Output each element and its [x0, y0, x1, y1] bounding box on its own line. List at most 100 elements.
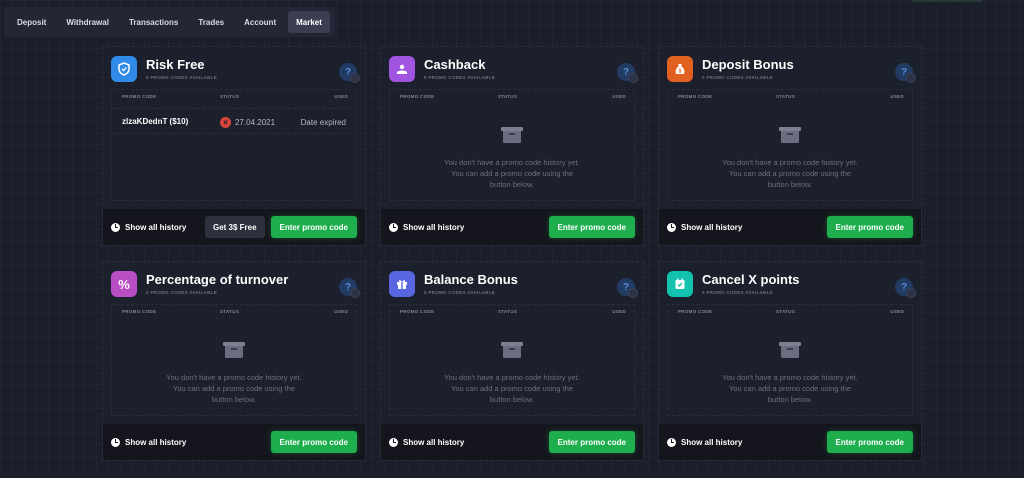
- header-status: STATUS: [776, 94, 796, 99]
- header-status: STATUS: [776, 309, 796, 314]
- card-footer: Show all history Enter promo code: [381, 209, 643, 245]
- help-icon[interactable]: ?: [339, 63, 360, 83]
- promo-table: PROMO CODE STATUS USED You don't have a …: [667, 304, 913, 416]
- show-all-history-link[interactable]: Show all history: [403, 438, 464, 447]
- top-decor-line: [912, 0, 982, 2]
- promo-card-percentage-of-turnover: % Percentage of turnover 0 PROMO CODES A…: [102, 261, 366, 461]
- promo-card-balance-bonus: Balance Bonus 0 PROMO CODES AVAILABLE ? …: [380, 261, 644, 461]
- tab-deposit[interactable]: Deposit: [9, 11, 54, 33]
- enter-promo-code-button[interactable]: Enter promo code: [826, 216, 913, 238]
- empty-box-icon: [779, 127, 801, 143]
- empty-state: You don't have a promo code history yet.…: [112, 342, 356, 405]
- help-icon[interactable]: ?: [617, 278, 638, 298]
- card-title: Balance Bonus: [424, 272, 518, 287]
- empty-box-icon: [223, 342, 245, 358]
- svg-text:$: $: [679, 69, 682, 75]
- header-promo-code: PROMO CODE: [400, 309, 435, 314]
- card-footer: Show all history Enter promo code: [659, 424, 921, 460]
- promo-table: PROMO CODE STATUS USED zlzaKDednT ($10) …: [111, 89, 357, 201]
- percent-icon: %: [111, 271, 137, 297]
- show-all-history-link[interactable]: Show all history: [125, 223, 186, 232]
- codes-available: 0 PROMO CODES AVAILABLE: [146, 290, 218, 295]
- header-used: USED: [612, 309, 626, 314]
- empty-message: You don't have a promo code history yet.…: [722, 158, 858, 189]
- empty-message: You don't have a promo code history yet.…: [444, 158, 580, 189]
- card-title: Deposit Bonus: [702, 57, 794, 72]
- show-all-history-link[interactable]: Show all history: [681, 438, 742, 447]
- status-date: 27.04.2021: [235, 118, 276, 127]
- shield-icon: [111, 56, 137, 82]
- tab-transactions[interactable]: Transactions: [121, 11, 186, 33]
- promo-table: PROMO CODE STATUS USED You don't have a …: [111, 304, 357, 416]
- header-used: USED: [890, 309, 904, 314]
- header-promo-code: PROMO CODE: [678, 94, 713, 99]
- codes-available: 0 PROMO CODES AVAILABLE: [146, 75, 218, 80]
- clock-icon: [667, 437, 676, 447]
- header-promo-code: PROMO CODE: [122, 94, 157, 99]
- card-footer: Show all history Enter promo code: [381, 424, 643, 460]
- codes-available: 0 PROMO CODES AVAILABLE: [424, 290, 496, 295]
- header-status: STATUS: [498, 94, 518, 99]
- enter-promo-code-button[interactable]: Enter promo code: [548, 431, 635, 453]
- cashback-icon: [389, 56, 415, 82]
- tab-account[interactable]: Account: [236, 11, 284, 33]
- clock-icon: [389, 222, 398, 232]
- header-used: USED: [612, 94, 626, 99]
- show-all-history-link[interactable]: Show all history: [403, 223, 464, 232]
- empty-message: You don't have a promo code history yet.…: [722, 373, 858, 404]
- enter-promo-code-button[interactable]: Enter promo code: [270, 431, 357, 453]
- help-icon[interactable]: ?: [895, 63, 916, 83]
- used-status: Date expired: [300, 118, 346, 127]
- show-all-history-link[interactable]: Show all history: [681, 223, 742, 232]
- empty-box-icon: [501, 342, 523, 358]
- header-used: USED: [334, 309, 348, 314]
- codes-available: 0 PROMO CODES AVAILABLE: [702, 75, 774, 80]
- card-title: Cashback: [424, 57, 486, 72]
- card-footer: Show all history Enter promo code: [659, 209, 921, 245]
- enter-promo-code-button[interactable]: Enter promo code: [548, 216, 635, 238]
- table-header: PROMO CODE STATUS USED: [668, 305, 912, 317]
- promo-table: PROMO CODE STATUS USED You don't have a …: [667, 89, 913, 201]
- empty-message: You don't have a promo code history yet.…: [166, 373, 302, 404]
- clock-icon: [667, 222, 676, 232]
- header-promo-code: PROMO CODE: [122, 309, 157, 314]
- promo-card-cancel-x-points: Cancel X points 0 PROMO CODES AVAILABLE …: [658, 261, 922, 461]
- expired-x-icon: ×: [220, 117, 231, 128]
- promo-card-deposit-bonus: $ Deposit Bonus 0 PROMO CODES AVAILABLE …: [658, 46, 922, 246]
- codes-available: 0 PROMO CODES AVAILABLE: [702, 290, 774, 295]
- header-used: USED: [890, 94, 904, 99]
- empty-state: You don't have a promo code history yet.…: [668, 127, 912, 190]
- enter-promo-code-button[interactable]: Enter promo code: [270, 216, 357, 238]
- header-status: STATUS: [220, 309, 240, 314]
- enter-promo-code-button[interactable]: Enter promo code: [826, 431, 913, 453]
- get-free-button[interactable]: Get 3$ Free: [204, 216, 265, 238]
- help-icon[interactable]: ?: [895, 278, 916, 298]
- promo-card-risk-free: Risk Free 0 PROMO CODES AVAILABLE ? PROM…: [102, 46, 366, 246]
- promo-card-cashback: Cashback 0 PROMO CODES AVAILABLE ? PROMO…: [380, 46, 644, 246]
- table-header: PROMO CODE STATUS USED: [668, 90, 912, 102]
- tab-trades[interactable]: Trades: [190, 11, 232, 33]
- header-promo-code: PROMO CODE: [400, 94, 435, 99]
- gift-icon: [389, 271, 415, 297]
- empty-message: You don't have a promo code history yet.…: [444, 373, 580, 404]
- clock-icon: [111, 437, 120, 447]
- card-title: Percentage of turnover: [146, 272, 289, 287]
- card-title: Cancel X points: [702, 272, 800, 287]
- tab-withdrawal[interactable]: Withdrawal: [58, 11, 117, 33]
- help-icon[interactable]: ?: [617, 63, 638, 83]
- table-row: zlzaKDednT ($10) × 27.04.2021 Date expir…: [112, 108, 356, 134]
- tab-market[interactable]: Market: [288, 11, 330, 33]
- card-footer: Show all history Enter promo code: [103, 424, 365, 460]
- header-status: STATUS: [220, 94, 240, 99]
- show-all-history-link[interactable]: Show all history: [125, 438, 186, 447]
- table-header: PROMO CODE STATUS USED: [112, 90, 356, 102]
- card-title: Risk Free: [146, 57, 205, 72]
- empty-box-icon: [501, 127, 523, 143]
- help-icon[interactable]: ?: [339, 278, 360, 298]
- header-promo-code: PROMO CODE: [678, 309, 713, 314]
- table-header: PROMO CODE STATUS USED: [112, 305, 356, 317]
- promo-table: PROMO CODE STATUS USED You don't have a …: [389, 89, 635, 201]
- table-header: PROMO CODE STATUS USED: [390, 305, 634, 317]
- promo-table: PROMO CODE STATUS USED You don't have a …: [389, 304, 635, 416]
- empty-box-icon: [779, 342, 801, 358]
